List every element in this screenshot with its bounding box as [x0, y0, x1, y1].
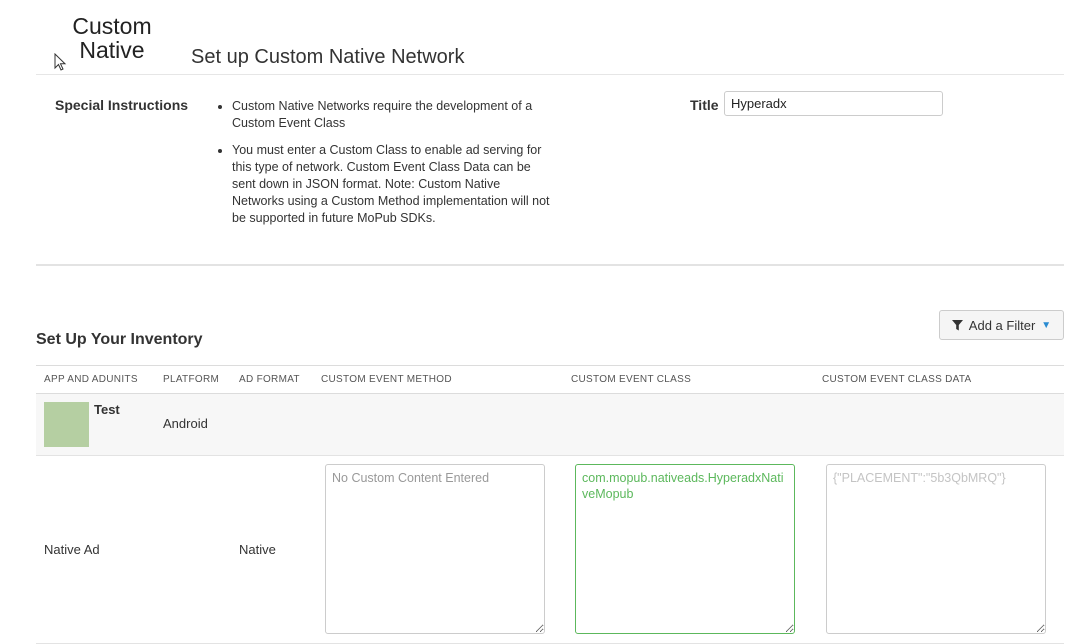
- instruction-item: You must enter a Custom Class to enable …: [232, 142, 552, 227]
- custom-event-method-textarea[interactable]: [325, 464, 545, 634]
- page-title: Set up Custom Native Network: [191, 46, 465, 68]
- table-header: APP AND ADUNITS PLATFORM AD FORMAT CUSTO…: [36, 365, 1064, 394]
- inventory-title: Set Up Your Inventory: [36, 331, 203, 348]
- column-header: PLATFORM: [163, 374, 220, 385]
- column-header: APP AND ADUNITS: [44, 374, 138, 385]
- filter-icon: [951, 319, 963, 330]
- mouse-pointer-icon: [54, 53, 67, 71]
- adunit-format: Native: [239, 542, 276, 557]
- divider: [36, 74, 1064, 75]
- custom-event-class-textarea[interactable]: com.mopub.nativeads.HyperadxNativeMopub: [575, 464, 795, 634]
- logo-line-1: Custom: [72, 13, 152, 39]
- inventory-table: APP AND ADUNITS PLATFORM AD FORMAT CUSTO…: [36, 365, 1064, 644]
- custom-event-class-data-textarea[interactable]: [826, 464, 1046, 634]
- add-filter-label: Add a Filter: [968, 317, 1036, 333]
- title-input[interactable]: [724, 91, 943, 116]
- app-icon: [44, 402, 89, 447]
- instruction-item: Custom Native Networks require the devel…: [232, 98, 552, 132]
- column-header: AD FORMAT: [239, 374, 300, 385]
- caret-down-icon: ▼: [1041, 319, 1052, 331]
- column-header: CUSTOM EVENT METHOD: [321, 374, 452, 385]
- logo: Custom Native: [68, 14, 156, 62]
- column-header: CUSTOM EVENT CLASS DATA: [822, 374, 972, 385]
- table-row-adunit: Native Ad Native com.mopub.nativeads.Hyp…: [36, 456, 1064, 644]
- adunit-name: Native Ad: [44, 542, 100, 557]
- section-divider: [36, 264, 1064, 266]
- special-instructions-label: Special Instructions: [55, 97, 189, 113]
- special-instructions-list: Custom Native Networks require the devel…: [214, 98, 552, 237]
- table-row-app: Test Android: [36, 394, 1064, 456]
- app-name: Test: [94, 402, 120, 417]
- title-label: Title: [690, 97, 719, 113]
- column-header: CUSTOM EVENT CLASS: [571, 374, 692, 385]
- logo-line-2: Native: [79, 37, 145, 63]
- add-filter-button[interactable]: Add a Filter ▼: [939, 310, 1064, 340]
- app-platform: Android: [163, 416, 208, 431]
